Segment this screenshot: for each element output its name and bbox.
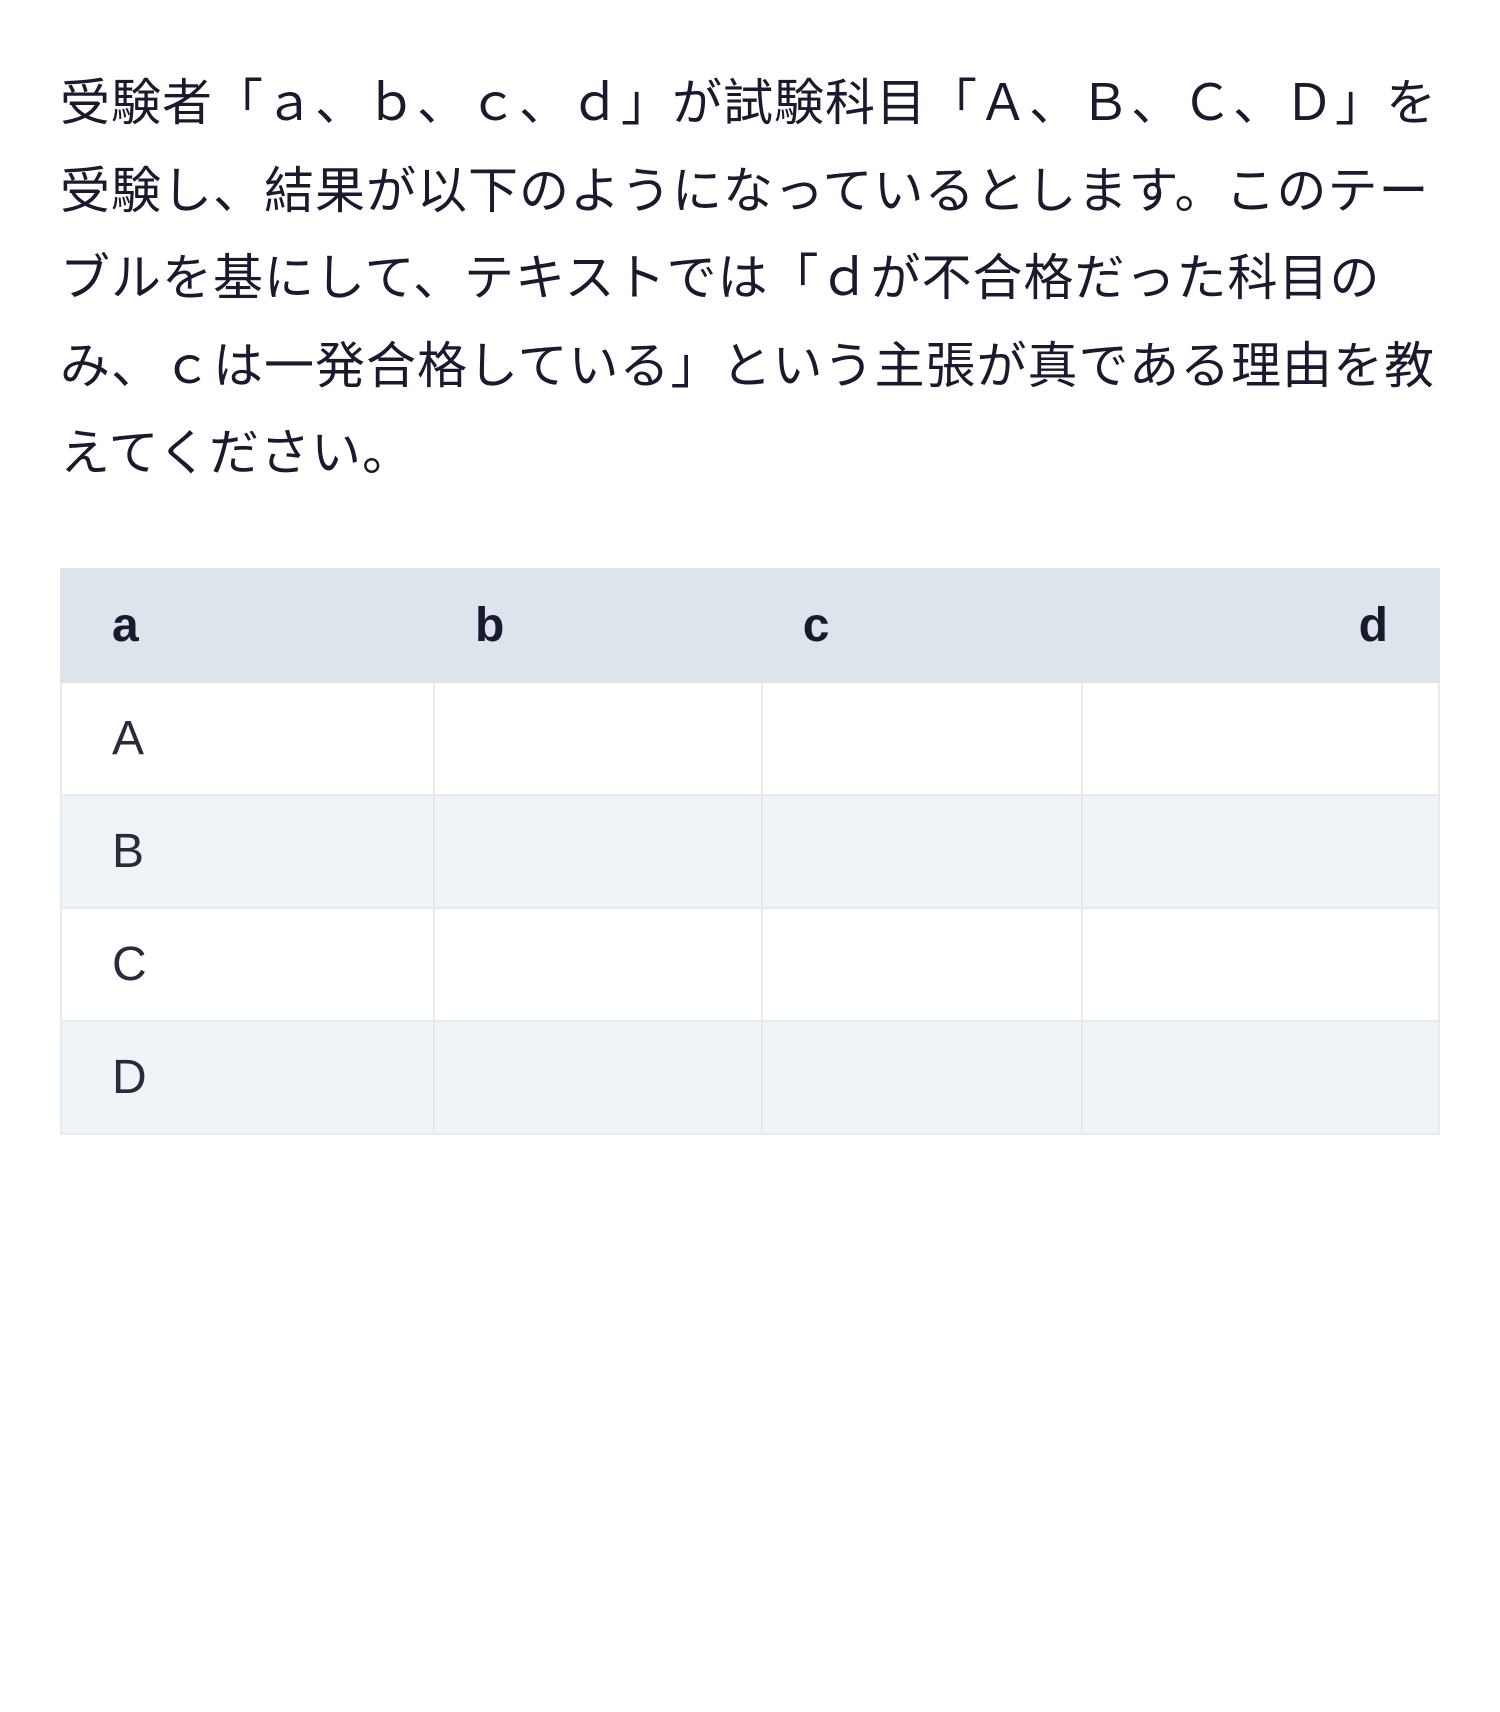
results-table-container: a b c d A B C [60,568,1440,1135]
table-cell [434,1021,762,1134]
table-row: A [61,682,1439,795]
table-row: B [61,795,1439,908]
table-cell [1082,1021,1439,1134]
results-table: a b c d A B C [60,568,1440,1135]
table-header-cell: d [1082,569,1439,682]
table-cell [762,908,1082,1021]
table-cell [1082,908,1439,1021]
table-header-cell: b [434,569,762,682]
table-row: D [61,1021,1439,1134]
table-cell [434,908,762,1021]
table-cell-label: D [61,1021,434,1134]
table-cell-label: B [61,795,434,908]
table-cell [434,795,762,908]
table-cell [762,1021,1082,1134]
table-cell [762,795,1082,908]
table-cell [1082,795,1439,908]
table-cell-label: C [61,908,434,1021]
table-cell [434,682,762,795]
question-paragraph: 受験者「ａ、ｂ、ｃ、ｄ」が試験科目「Ａ、Ｂ、Ｃ、Ｄ」を受験し、結果が以下のように… [60,60,1440,498]
table-header-cell: a [61,569,434,682]
table-cell [1082,682,1439,795]
table-header-cell: c [762,569,1082,682]
table-cell [762,682,1082,795]
table-header-row: a b c d [61,569,1439,682]
table-cell-label: A [61,682,434,795]
table-row: C [61,908,1439,1021]
